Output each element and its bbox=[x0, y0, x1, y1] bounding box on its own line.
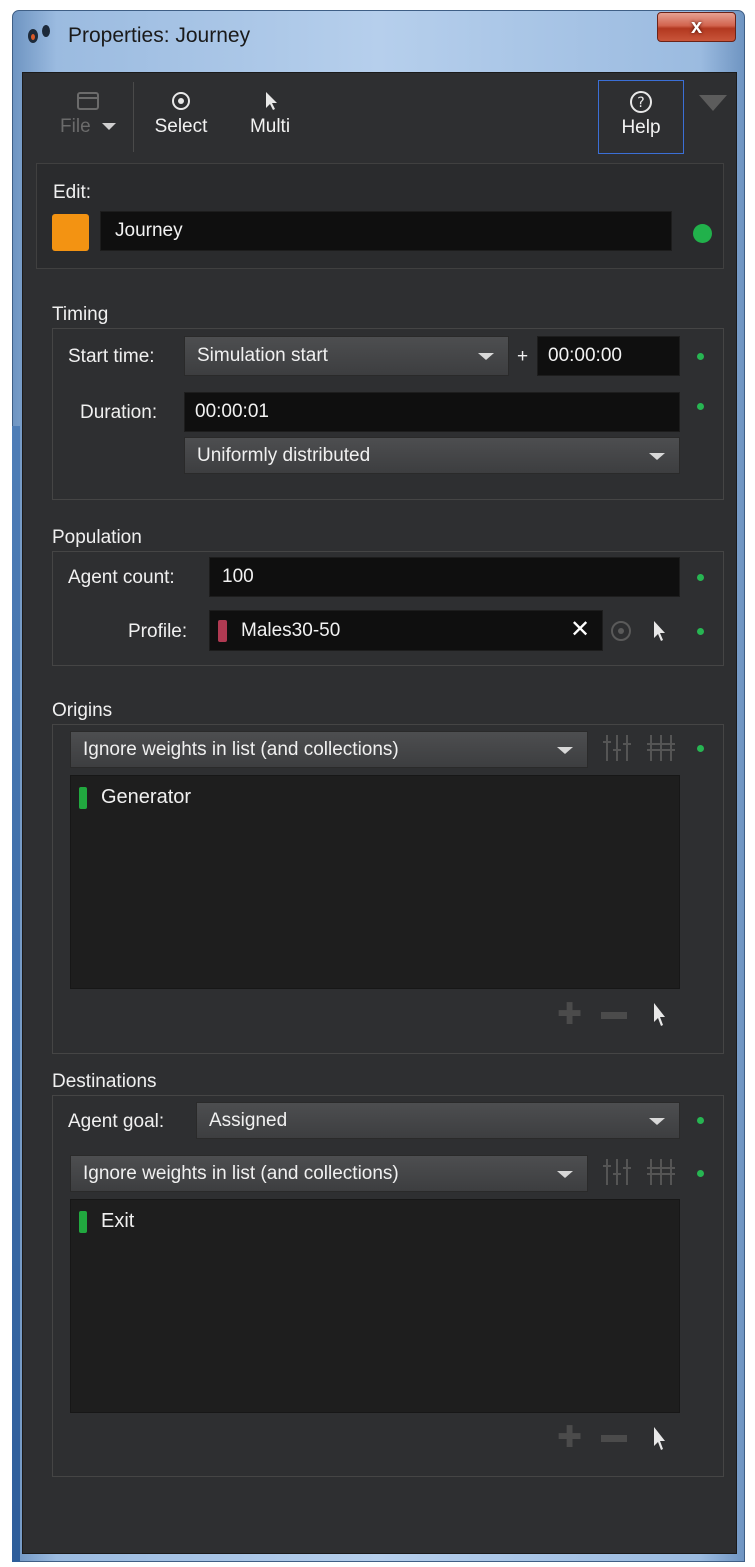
start-time-dropdown[interactable]: Simulation start bbox=[184, 336, 509, 376]
weights-sliders-icon[interactable] bbox=[600, 1156, 634, 1188]
origin-item-label: Generator bbox=[101, 786, 192, 808]
start-time-value: Simulation start bbox=[197, 345, 328, 366]
status-indicator bbox=[697, 403, 704, 410]
equal-weights-icon[interactable] bbox=[644, 732, 678, 764]
status-indicator bbox=[697, 1170, 704, 1177]
add-icon[interactable]: ✚ bbox=[557, 1000, 582, 1030]
target-icon[interactable] bbox=[609, 619, 633, 643]
weights-sliders-icon[interactable] bbox=[600, 732, 634, 764]
status-indicator bbox=[697, 1117, 704, 1124]
duration-field[interactable]: 00:00:01 bbox=[184, 392, 680, 432]
status-indicator bbox=[697, 628, 704, 635]
origins-weights-dropdown[interactable]: Ignore weights in list (and collections) bbox=[70, 731, 588, 768]
profile-color-chip bbox=[218, 619, 227, 642]
chevron-down-icon bbox=[101, 123, 116, 131]
agent-count-label: Agent count: bbox=[68, 567, 175, 588]
multi-button[interactable]: Multi bbox=[238, 86, 302, 138]
destinations-weights-dropdown[interactable]: Ignore weights in list (and collections) bbox=[70, 1155, 588, 1192]
help-label: Help bbox=[621, 117, 661, 138]
select-label: Select bbox=[154, 116, 208, 137]
destinations-list[interactable]: Exit bbox=[70, 1199, 680, 1413]
toolbar: File Select Multi ? Help bbox=[30, 78, 730, 160]
agent-goal-value: Assigned bbox=[209, 1109, 288, 1131]
item-color-chip bbox=[79, 1210, 87, 1233]
agent-goal-dropdown[interactable]: Assigned bbox=[196, 1102, 680, 1139]
pointer-icon[interactable] bbox=[646, 617, 670, 645]
edit-label: Edit: bbox=[53, 182, 92, 203]
agent-count-field[interactable]: 100 bbox=[209, 557, 680, 597]
close-button[interactable]: x bbox=[657, 12, 736, 42]
destinations-title: Destinations bbox=[52, 1071, 157, 1092]
chevron-down-icon bbox=[649, 1117, 665, 1125]
status-indicator bbox=[697, 574, 704, 581]
agent-goal-label: Agent goal: bbox=[68, 1111, 165, 1132]
toolbar-separator bbox=[133, 82, 134, 152]
pointer-icon[interactable] bbox=[646, 1422, 670, 1454]
start-time-label: Start time: bbox=[68, 346, 155, 367]
multi-label: Multi bbox=[249, 116, 291, 137]
timing-title: Timing bbox=[52, 304, 109, 325]
origins-weights-value: Ignore weights in list (and collections) bbox=[83, 738, 399, 760]
profile-value: Males30-50 bbox=[241, 619, 341, 641]
item-color-chip bbox=[79, 786, 87, 809]
profile-field[interactable]: Males30-50 bbox=[209, 610, 603, 651]
destination-item-label: Exit bbox=[101, 1210, 135, 1232]
clear-icon[interactable]: ✕ bbox=[570, 618, 590, 642]
list-item[interactable]: Generator bbox=[79, 786, 191, 809]
footsteps-app-icon bbox=[28, 25, 50, 43]
start-offset-field[interactable]: 00:00:00 bbox=[537, 336, 680, 376]
add-icon[interactable]: ✚ bbox=[557, 1423, 582, 1453]
destinations-weights-value: Ignore weights in list (and collections) bbox=[83, 1162, 399, 1184]
status-indicator bbox=[693, 224, 712, 243]
pointer-icon bbox=[266, 92, 277, 110]
chevron-down-icon bbox=[557, 746, 573, 754]
chevron-down-icon bbox=[557, 1170, 573, 1178]
status-indicator bbox=[697, 353, 704, 360]
chevron-down-icon bbox=[478, 353, 494, 360]
equal-weights-icon[interactable] bbox=[644, 1156, 678, 1188]
file-label: File bbox=[60, 116, 91, 137]
select-button[interactable]: Select bbox=[146, 86, 216, 138]
remove-icon[interactable] bbox=[601, 1012, 627, 1019]
origins-list[interactable]: Generator bbox=[70, 775, 680, 989]
profile-label: Profile: bbox=[128, 621, 188, 642]
toolbar-overflow-icon[interactable] bbox=[699, 95, 727, 111]
chevron-down-icon bbox=[649, 452, 665, 460]
window-title: Properties: Journey bbox=[68, 24, 251, 47]
file-menu-button[interactable]: File bbox=[58, 86, 118, 138]
remove-icon[interactable] bbox=[601, 1435, 627, 1442]
origins-title: Origins bbox=[52, 700, 113, 721]
help-icon: ? bbox=[630, 91, 652, 113]
help-button[interactable]: ? Help bbox=[598, 80, 684, 154]
distribution-value: Uniformly distributed bbox=[197, 444, 371, 466]
distribution-dropdown[interactable]: Uniformly distributed bbox=[184, 437, 680, 474]
folder-icon bbox=[77, 92, 99, 110]
pointer-icon[interactable] bbox=[646, 998, 670, 1030]
duration-label: Duration: bbox=[80, 402, 158, 423]
plus-label: + bbox=[517, 346, 529, 367]
population-title: Population bbox=[52, 527, 142, 548]
target-icon bbox=[172, 92, 190, 110]
name-field[interactable]: Journey bbox=[100, 211, 672, 251]
svg-text:?: ? bbox=[637, 95, 644, 111]
close-icon: x bbox=[690, 16, 703, 38]
list-item[interactable]: Exit bbox=[79, 1210, 134, 1233]
color-swatch[interactable] bbox=[52, 214, 89, 251]
status-indicator bbox=[697, 745, 704, 752]
